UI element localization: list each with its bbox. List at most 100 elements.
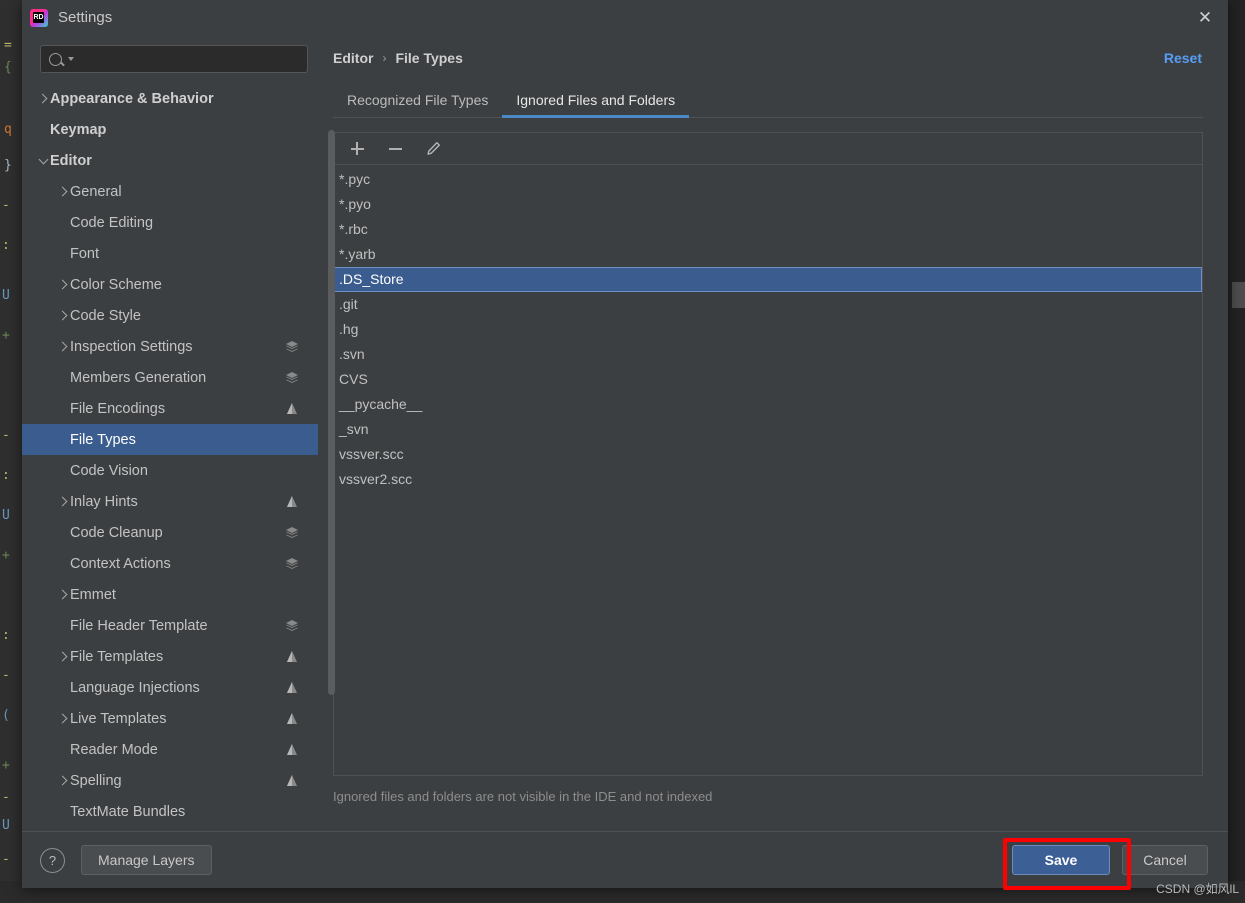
ignored-files-hint: Ignored files and folders are not visibl… (333, 789, 713, 804)
chevron-down-icon[interactable] (36, 154, 50, 166)
breadcrumb: Editor › File Types Reset (333, 35, 1228, 81)
rider-logo-text: RD (33, 11, 44, 23)
sidebar-item-label: Code Editing (70, 214, 154, 231)
list-item[interactable]: .svn (334, 342, 1202, 367)
list-item[interactable]: .git (334, 292, 1202, 317)
list-item[interactable]: *.pyo (334, 192, 1202, 217)
sidebar-item-label: Code Vision (70, 462, 148, 479)
chevron-right-icon[interactable] (56, 496, 70, 507)
sidebar-item-code-editing[interactable]: Code Editing (22, 207, 318, 238)
sidebar-item-general[interactable]: General (22, 176, 318, 207)
sidebar-scrollbar-thumb[interactable] (328, 130, 335, 695)
sidebar-item-label: TextMate Bundles (70, 803, 186, 820)
sidebar-item-label: Language Injections (70, 679, 200, 696)
code-fragment: - (2, 852, 10, 867)
chevron-right-icon[interactable] (56, 651, 70, 662)
list-item[interactable]: vssver2.scc (334, 467, 1202, 492)
minus-icon[interactable] (384, 138, 406, 160)
list-item[interactable]: CVS (334, 367, 1202, 392)
settings-search-box[interactable] (40, 45, 308, 73)
list-item[interactable]: vssver.scc (334, 442, 1202, 467)
sidebar-item-file-encodings[interactable]: File Encodings (22, 393, 318, 424)
sidebar-item-color-scheme[interactable]: Color Scheme (22, 269, 318, 300)
sidebar-item-label: Keymap (50, 121, 107, 138)
pencil-icon[interactable] (422, 138, 444, 160)
sidebar-item-members-generation[interactable]: Members Generation (22, 362, 318, 393)
settings-tree[interactable]: Appearance & Behavior Keymap Editor General… (22, 81, 318, 831)
sidebar-item-file-header-template[interactable]: File Header Template (22, 610, 318, 641)
sidebar-item-label: Color Scheme (70, 276, 162, 293)
code-fragment: U (2, 508, 10, 523)
sidebar-item-label: Editor (50, 152, 92, 169)
list-item[interactable]: *.rbc (334, 217, 1202, 242)
sidebar-item-context-actions[interactable]: Context Actions (22, 548, 318, 579)
sidebar-item-file-types[interactable]: File Types (22, 424, 318, 455)
sidebar-item-reader-mode[interactable]: Reader Mode (22, 734, 318, 765)
sidebar-item-emmet[interactable]: Emmet (22, 579, 318, 610)
manage-layers-button[interactable]: Manage Layers (81, 845, 212, 875)
ignored-files-list[interactable]: *.pyc *.pyo *.rbc *.yarb .DS_Store .git .hg .sv… (334, 165, 1202, 775)
dialog-title: Settings (58, 9, 113, 26)
breadcrumb-root[interactable]: Editor (333, 50, 373, 66)
ignored-files-panel: *.pyc *.pyo *.rbc *.yarb .DS_Store .git .hg .sv… (333, 132, 1203, 776)
sidebar-item-live-templates[interactable]: Live Templates (22, 703, 318, 734)
code-fragment: - (2, 668, 10, 683)
list-item[interactable]: _svn (334, 417, 1202, 442)
sidebar-item-code-vision[interactable]: Code Vision (22, 455, 318, 486)
save-button[interactable]: Save (1012, 845, 1110, 875)
layers-icon (284, 556, 300, 572)
sidebar-item-keymap[interactable]: Keymap (22, 114, 318, 145)
sidebar-item-label: Reader Mode (70, 741, 158, 758)
code-fragment: - (2, 428, 10, 443)
droplet-icon (284, 649, 300, 665)
sidebar-item-font[interactable]: Font (22, 238, 318, 269)
code-fragment: : (2, 238, 10, 253)
chevron-down-icon (68, 57, 74, 61)
code-fragment: { (4, 60, 12, 75)
sidebar-item-file-templates[interactable]: File Templates (22, 641, 318, 672)
list-item[interactable]: __pycache__ (334, 392, 1202, 417)
sidebar-item-inspection-settings[interactable]: Inspection Settings (22, 331, 318, 362)
plus-icon[interactable] (346, 138, 368, 160)
chevron-right-icon[interactable] (56, 775, 70, 786)
list-item[interactable]: *.yarb (334, 242, 1202, 267)
chevron-right-icon[interactable] (56, 713, 70, 724)
list-item[interactable]: .hg (334, 317, 1202, 342)
sidebar-item-label: Members Generation (70, 369, 207, 386)
code-fragment: + (2, 758, 10, 773)
breadcrumb-separator: › (382, 51, 387, 65)
chevron-right-icon[interactable] (56, 310, 70, 321)
sidebar-item-code-style[interactable]: Code Style (22, 300, 318, 331)
tab-recognized-file-types[interactable]: Recognized File Types (333, 92, 502, 117)
sidebar-item-code-cleanup[interactable]: Code Cleanup (22, 517, 318, 548)
code-fragment: + (2, 328, 10, 343)
sidebar-item-spelling[interactable]: Spelling (22, 765, 318, 796)
code-fragment: : (2, 468, 10, 483)
search-input[interactable] (79, 50, 299, 68)
chevron-right-icon[interactable] (56, 589, 70, 600)
sidebar-item-textmate-bundles[interactable]: TextMate Bundles (22, 796, 318, 827)
tab-ignored-files-and-folders[interactable]: Ignored Files and Folders (502, 92, 689, 118)
chevron-right-icon[interactable] (36, 93, 50, 104)
sidebar-item-label: Emmet (70, 586, 116, 603)
sidebar-item-editor[interactable]: Editor (22, 145, 318, 176)
help-button[interactable]: ? (40, 847, 65, 873)
search-icon (49, 52, 74, 66)
code-fragment: U (2, 818, 10, 833)
sidebar-item-label: Inspection Settings (70, 338, 193, 355)
code-fragment: q (4, 122, 12, 137)
list-item[interactable]: .DS_Store (334, 267, 1202, 292)
chevron-right-icon[interactable] (56, 279, 70, 290)
list-item[interactable]: *.pyc (334, 167, 1202, 192)
sidebar-item-inlay-hints[interactable]: Inlay Hints (22, 486, 318, 517)
breadcrumb-current: File Types (395, 50, 463, 66)
sidebar-item-appearance-behavior[interactable]: Appearance & Behavior (22, 83, 318, 114)
chevron-right-icon[interactable] (56, 186, 70, 197)
chevron-right-icon[interactable] (56, 341, 70, 352)
cancel-button[interactable]: Cancel (1122, 845, 1208, 875)
reset-link[interactable]: Reset (1164, 50, 1202, 66)
editor-scrollbar-thumb[interactable] (1232, 282, 1245, 308)
sidebar-item-language-injections[interactable]: Language Injections (22, 672, 318, 703)
sidebar-item-label: File Header Template (70, 617, 208, 634)
close-icon[interactable]: ✕ (1182, 0, 1228, 35)
